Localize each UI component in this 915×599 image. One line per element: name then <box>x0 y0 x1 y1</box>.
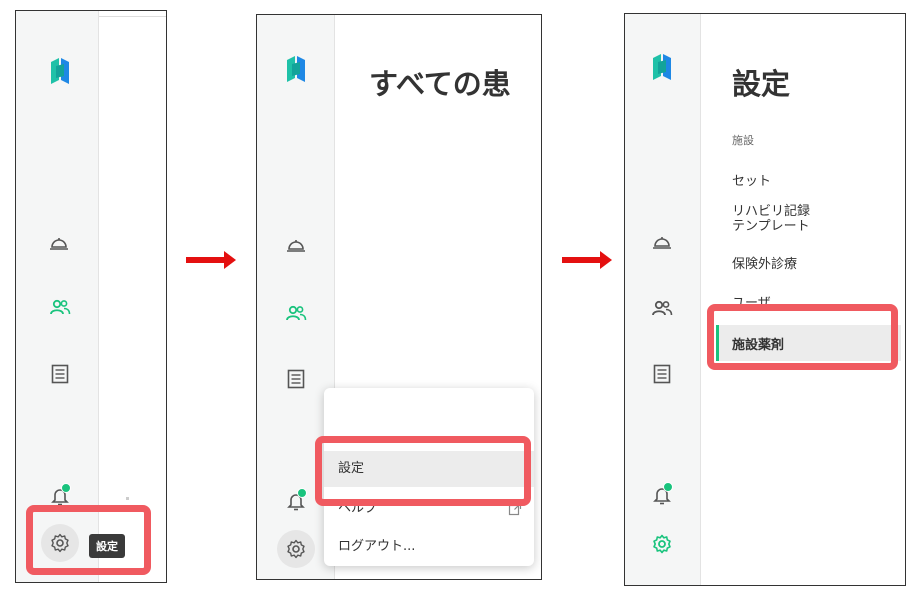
page-title: 設定 <box>732 67 791 101</box>
menu-item-logout[interactable]: ログアウト... <box>324 534 534 560</box>
settings-section-label: 施設 <box>732 134 754 147</box>
settings-nav-item[interactable]: セット <box>732 170 771 189</box>
menu-item-logout-label: ログアウト... <box>338 539 416 554</box>
app-logo-icon <box>653 54 671 80</box>
patients-icon[interactable] <box>49 299 71 315</box>
service-bell-icon[interactable] <box>49 235 69 251</box>
notification-dot <box>297 488 307 498</box>
patients-icon[interactable] <box>285 305 307 321</box>
records-icon[interactable] <box>287 369 305 389</box>
arrow-step1-to-step2 <box>186 251 236 269</box>
step1-panel: 設定 <box>15 10 167 583</box>
sidebar <box>625 14 701 585</box>
app-logo-icon <box>51 58 69 84</box>
settings-nav-item[interactable]: リハビリ記録 テンプレート <box>732 204 810 234</box>
records-icon[interactable] <box>51 364 69 384</box>
highlight-box-settings-menu-item <box>315 436 531 506</box>
records-icon[interactable] <box>653 364 671 384</box>
page-title: すべての患 <box>369 67 511 101</box>
app-logo-icon <box>287 56 305 82</box>
gear-icon[interactable] <box>286 539 306 559</box>
service-bell-icon[interactable] <box>286 237 306 253</box>
step3-panel: 設定 施設 セット リハビリ記録 テンプレート 保険外診療 ユーザ 施設薬剤 <box>624 13 906 586</box>
highlight-box-gear <box>26 505 151 575</box>
scroll-speck <box>126 497 129 500</box>
gear-icon[interactable] <box>652 534 672 554</box>
arrow-step2-to-step3 <box>562 251 612 269</box>
highlight-box-facility-drug <box>707 304 898 370</box>
notification-dot <box>61 483 71 493</box>
patients-icon[interactable] <box>651 300 673 316</box>
service-bell-icon[interactable] <box>652 234 672 250</box>
settings-nav-item[interactable]: 保険外診療 <box>732 253 797 272</box>
notification-dot <box>663 482 673 492</box>
sidebar <box>16 11 99 582</box>
